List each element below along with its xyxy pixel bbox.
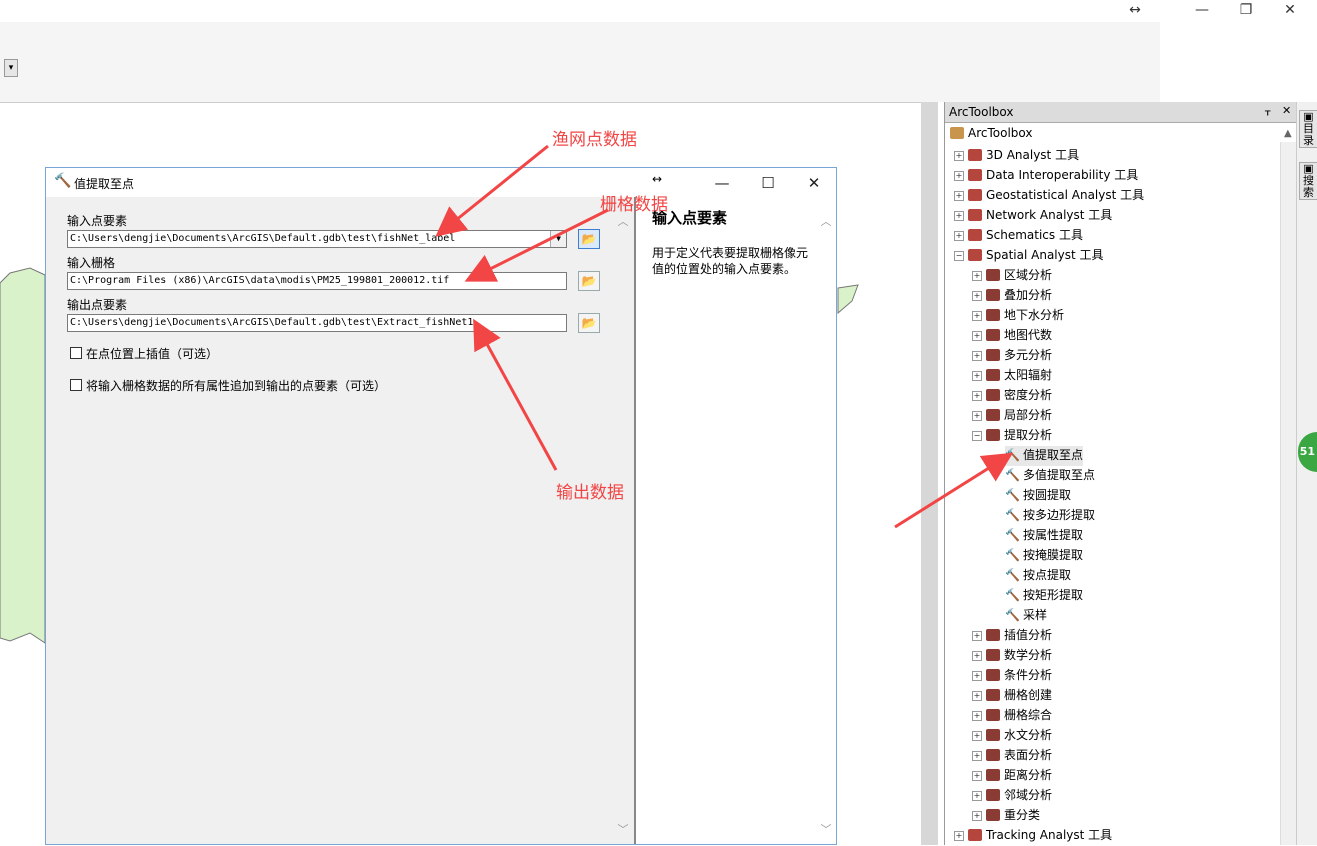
annotation-output: 输出数据: [556, 483, 624, 503]
arrow-raster: [464, 208, 609, 282]
annotation-arrows: [435, 144, 1014, 529]
annotation-raster: 栅格数据: [600, 195, 668, 215]
annotation-fishnet: 渔网点数据: [552, 130, 637, 150]
arrow-tool: [894, 452, 1014, 529]
arrow-output: [473, 318, 558, 471]
arrow-fishnet: [435, 144, 549, 237]
